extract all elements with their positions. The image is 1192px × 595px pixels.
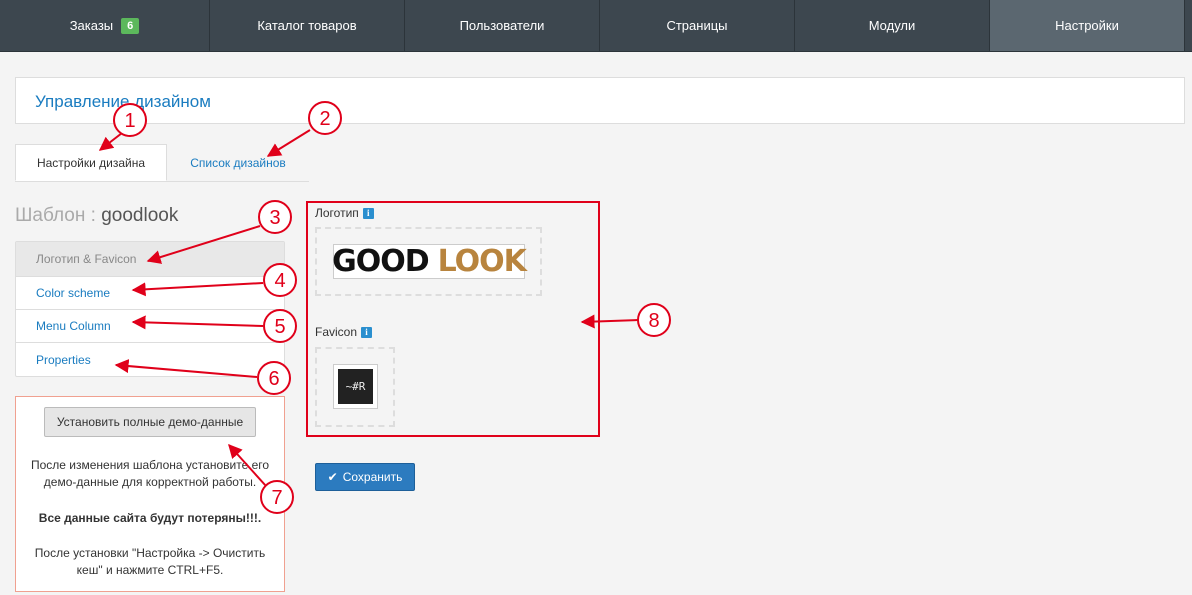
nav-item-label: Пользователи	[459, 18, 545, 33]
logo-image: GOOD LOOK	[332, 244, 527, 279]
nav-item-pages[interactable]: Страницы	[600, 0, 795, 51]
favicon-field-label: Favicon i	[315, 325, 373, 339]
demo-notice-text: После изменения шаблона установите его д…	[30, 458, 270, 489]
nav-item-label: Каталог товаров	[257, 18, 357, 33]
nav-item-users[interactable]: Пользователи	[405, 0, 600, 51]
demo-instructions-text: После установки "Настройка -> Очистить к…	[34, 546, 266, 577]
menu-item-properties[interactable]: Properties	[16, 343, 284, 376]
annotation-number: 8	[648, 310, 659, 332]
install-demo-data-button[interactable]: Установить полные демо-данные	[44, 407, 256, 437]
menu-item-color-scheme[interactable]: Color scheme	[16, 277, 284, 310]
top-navigation: Заказы 6 Каталог товаров Пользователи Ст…	[0, 0, 1192, 52]
nav-item-settings[interactable]: Настройки	[990, 0, 1185, 51]
page-header: Управление дизайном	[15, 77, 1185, 124]
annotation-circle	[637, 303, 671, 337]
tab-bar: Настройки дизайна Список дизайнов	[15, 144, 309, 182]
menu-item-menu-column[interactable]: Menu Column	[16, 310, 284, 343]
logo-field-label: Логотип i	[315, 206, 374, 220]
annotation-arrow	[580, 314, 639, 329]
tab-design-settings[interactable]: Настройки дизайна	[15, 144, 167, 181]
nav-item-catalog[interactable]: Каталог товаров	[210, 0, 405, 51]
favicon-glyph: ~#R	[338, 369, 373, 404]
info-icon[interactable]: i	[361, 326, 373, 338]
page-title: Управление дизайном	[35, 92, 211, 111]
annotation-circle	[258, 200, 292, 234]
nav-item-label: Страницы	[666, 18, 728, 33]
nav-item-label: Заказы	[69, 18, 114, 33]
nav-item-label: Настройки	[1055, 18, 1119, 33]
tab-design-list[interactable]: Список дизайнов	[167, 144, 309, 181]
checkmark-icon: ✔	[327, 470, 338, 484]
demo-data-panel: Установить полные демо-данные После изме…	[15, 396, 285, 592]
menu-item-logo-favicon[interactable]: Логотип & Favicon	[16, 242, 284, 277]
template-label: Шаблон :	[15, 205, 96, 226]
template-heading: Шаблон : goodlook	[15, 205, 178, 227]
save-button[interactable]: ✔ Сохранить	[315, 463, 415, 491]
nav-item-orders[interactable]: Заказы 6	[0, 0, 210, 51]
logo-label: Логотип	[315, 206, 359, 220]
favicon-label: Favicon	[315, 325, 358, 339]
info-icon[interactable]: i	[362, 207, 374, 219]
orders-count-badge: 6	[121, 17, 140, 34]
logo-text-look: LOOK	[437, 244, 527, 279]
template-name: goodlook	[101, 205, 179, 226]
logo-text-good: GOOD	[332, 244, 430, 279]
save-button-label: Сохранить	[342, 470, 403, 484]
nav-item-label: Модули	[868, 18, 916, 33]
favicon-image: ~#R	[333, 364, 378, 409]
design-section-menu: Логотип & Favicon Color scheme Menu Colu…	[15, 241, 285, 377]
annotation-number: 3	[269, 207, 280, 229]
nav-item-modules[interactable]: Модули	[795, 0, 990, 51]
demo-warning-text: Все данные сайта будут потеряны!!!.	[38, 511, 262, 525]
